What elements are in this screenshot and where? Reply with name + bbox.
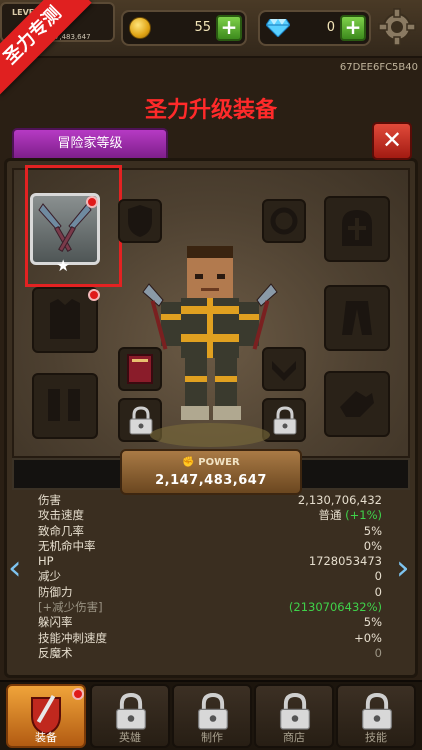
stat-row: 致命几率 5%	[38, 524, 382, 539]
prev-arrow-icon[interactable]: ‹	[8, 548, 30, 588]
page-title: 圣力升级装备	[144, 98, 277, 123]
nav-equipment[interactable]: 装备	[6, 684, 86, 748]
hero-character	[142, 246, 278, 447]
stat-row: [+减少伤害] (2130706432%)	[38, 600, 382, 615]
stat-value: 5%	[363, 615, 382, 630]
boots-slot[interactable]	[32, 373, 98, 439]
lock-icon	[197, 693, 229, 730]
stat-value: 2,130,706,432	[297, 493, 382, 507]
diamond-icon	[266, 19, 290, 37]
nav-shop-label: 商店	[283, 731, 305, 744]
nav-skills[interactable]: 技能	[336, 684, 416, 748]
stat-row: 技能冲刺速度 +0%	[38, 631, 382, 646]
stat-label: [+减少伤害]	[38, 600, 103, 615]
stat-label: 伤害	[38, 493, 61, 507]
stat-label: 躲闪率	[38, 615, 73, 630]
stat-label: HP	[38, 554, 54, 569]
ring-icon	[270, 207, 298, 235]
stat-value: 0	[374, 645, 382, 660]
stat-row: 防御力 0	[38, 585, 382, 600]
stat-value: 0	[374, 584, 382, 599]
nav-hero-label: 英雄	[119, 731, 141, 744]
tab-adventurer-level[interactable]: 冒险家等级	[12, 128, 168, 158]
add-coins-button[interactable]: +	[216, 15, 242, 41]
cape-slot[interactable]	[324, 285, 390, 351]
chest-armor-icon	[50, 299, 80, 339]
ring-slot[interactable]	[262, 199, 306, 243]
stat-bonus: (+1%)	[345, 508, 382, 523]
stat-value: 5%	[363, 523, 382, 538]
power-label-text: POWER	[198, 457, 240, 468]
gem-counter: 0 +	[258, 10, 371, 46]
stat-row: 攻击速度 普通 (+1%)	[38, 508, 382, 523]
power-fist-icon: ✊	[182, 457, 199, 468]
add-gems-button[interactable]: +	[340, 15, 366, 41]
stat-row: 无机命中率 0%	[38, 539, 382, 554]
stat-value: 1728053473	[308, 554, 382, 569]
nav-craft[interactable]: 制作	[172, 684, 252, 748]
gloves-slot[interactable]	[324, 371, 390, 437]
helmet-icon	[342, 210, 372, 246]
close-button[interactable]: ✕	[372, 122, 412, 160]
power-plaque: ✊ POWER 2,147,483,647	[120, 449, 302, 495]
stat-label: 技能冲刺速度	[38, 630, 107, 645]
nav-skills-label: 技能	[365, 731, 387, 744]
stat-value: +0%	[354, 630, 382, 645]
helmet-slot[interactable]	[324, 196, 390, 262]
stat-label: 防御力	[38, 584, 73, 599]
armor-notification-dot	[88, 289, 100, 301]
nav-hero[interactable]: 英雄	[90, 684, 170, 748]
selection-highlight	[25, 165, 122, 287]
nav-notification-dot	[72, 688, 84, 700]
settings-gear-icon[interactable]	[378, 8, 416, 46]
cape-icon	[342, 301, 372, 335]
stat-value: 0%	[363, 538, 382, 553]
nav-equipment-label: 装备	[35, 731, 57, 744]
stat-value-text: 普通	[318, 508, 342, 523]
user-id: 67DEE6FC5B40	[339, 62, 418, 73]
stat-value: (2130706432%)	[288, 600, 382, 615]
coin-counter: 55 +	[121, 10, 247, 46]
coin-amount: 55	[194, 20, 211, 35]
stat-label: 攻击速度	[38, 508, 84, 523]
stat-row: 反魔术 0	[38, 646, 382, 661]
nav-shop[interactable]: 商店	[254, 684, 334, 748]
stat-row: 躲闪率 5%	[38, 615, 382, 630]
stat-label: 致命几率	[38, 523, 84, 538]
stat-label: 反魔术	[38, 645, 73, 660]
power-value: 2,147,483,647	[155, 473, 267, 488]
lock-icon	[279, 693, 311, 730]
shield-slot[interactable]	[118, 199, 162, 243]
nav-craft-label: 制作	[201, 731, 223, 744]
stat-row: 减少 0	[38, 569, 382, 584]
stat-label: 减少	[38, 569, 61, 584]
stat-row: 伤害 2,130,706,432	[38, 493, 382, 508]
next-arrow-icon[interactable]: ›	[396, 548, 418, 588]
power-label: ✊ POWER	[122, 457, 300, 468]
stats-list: 伤害 2,130,706,432 攻击速度 普通 (+1%) 致命几率 5% 无机命中率 0%…	[38, 493, 382, 661]
coin-icon	[129, 17, 151, 39]
stat-row: HP 1728053473	[38, 554, 382, 569]
stat-label: 无机命中率	[38, 538, 96, 553]
boots-icon	[48, 389, 80, 421]
stat-value: 0	[374, 569, 382, 584]
lock-icon	[115, 693, 147, 730]
gem-amount: 0	[326, 20, 335, 35]
shield-icon	[128, 205, 152, 237]
lock-icon	[361, 693, 393, 730]
glove-icon	[340, 391, 374, 417]
stat-value: 普通 (+1%)	[318, 508, 382, 523]
